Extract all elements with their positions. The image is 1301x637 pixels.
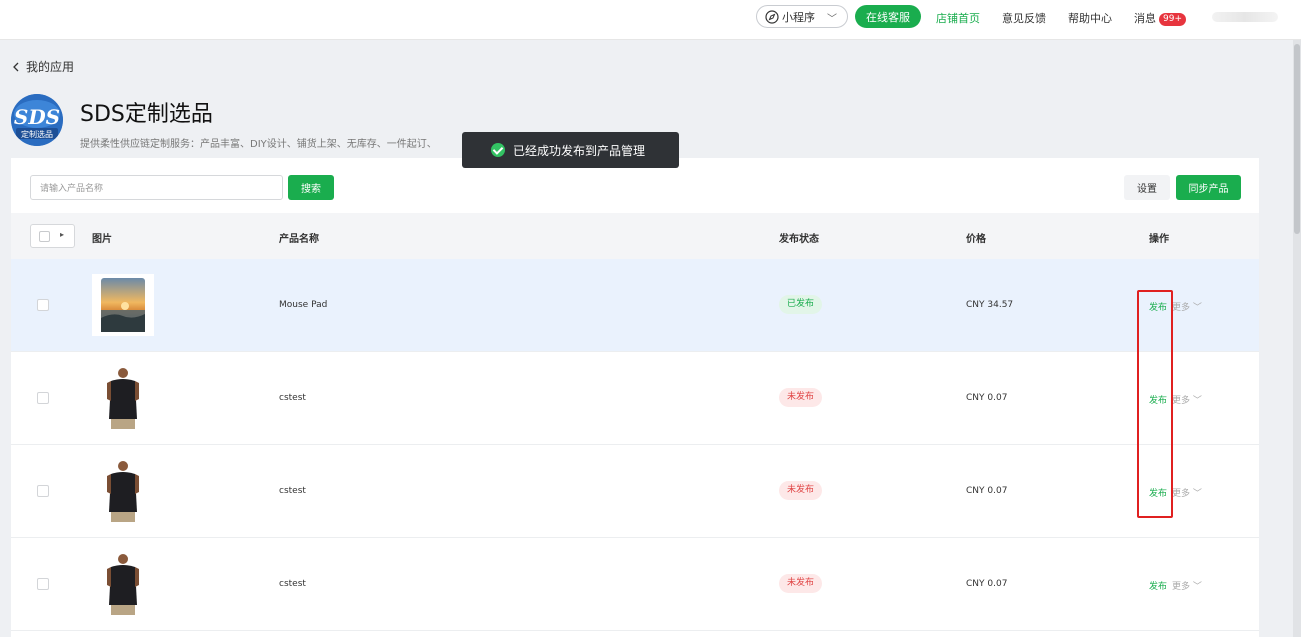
more-dropdown[interactable]: 更多 ﹀ — [1172, 393, 1202, 406]
user-account-menu[interactable] — [1212, 12, 1278, 22]
product-search-input[interactable]: 请输入产品名称 — [30, 175, 283, 200]
header-image: 图片 — [92, 234, 112, 245]
more-label: 更多 — [1172, 489, 1191, 499]
top-bar: 小程序 ﹀ 在线客服 店铺首页 意见反馈 帮助中心 消息 99+ — [0, 0, 1301, 40]
chevron-down-icon: ﹀ — [1192, 489, 1202, 499]
status-badge: 未发布 — [779, 574, 823, 593]
more-dropdown[interactable]: 更多 ﹀ — [1172, 579, 1202, 592]
logo-text: SDS — [14, 105, 60, 129]
row-checkbox[interactable] — [37, 299, 49, 311]
mini-program-dropdown[interactable]: 小程序 ﹀ — [756, 5, 848, 28]
settings-button[interactable]: 设置 — [1124, 175, 1170, 200]
check-circle-icon — [491, 143, 505, 157]
app-description: 提供柔性供应链定制服务：产品丰富、DIY设计、铺货上架、无库存、一件起订、 — [80, 139, 437, 150]
product-name[interactable]: Mouse Pad — [279, 300, 327, 310]
back-label: 我的应用 — [26, 60, 75, 74]
app-logo: SDS 定制选品 — [11, 94, 63, 146]
chevron-down-icon: ﹀ — [1192, 303, 1202, 313]
product-price: CNY 0.07 — [966, 579, 1008, 589]
product-price: CNY 0.07 — [966, 393, 1008, 403]
row-checkbox[interactable] — [37, 392, 49, 404]
chevron-down-icon: ﹀ — [827, 14, 837, 25]
annotation-highlight-box — [1137, 290, 1173, 518]
toast-message: 已经成功发布到产品管理 — [513, 143, 646, 158]
product-price: CNY 0.07 — [966, 486, 1008, 496]
product-name[interactable]: cstest — [279, 393, 306, 403]
sync-products-button[interactable]: 同步产品 — [1176, 175, 1241, 200]
chevron-left-icon — [13, 62, 19, 71]
status-badge: 未发布 — [779, 388, 823, 407]
page-scrollbar[interactable] — [1293, 40, 1301, 637]
publish-link[interactable]: 发布 — [1149, 579, 1167, 592]
mini-program-label: 小程序 — [782, 10, 815, 24]
chevron-down-icon: ﹀ — [1192, 396, 1202, 406]
feedback-link[interactable]: 意见反馈 — [1002, 10, 1046, 26]
table-header: ▸ 图片 产品名称 发布状态 价格 操作 — [11, 213, 1259, 259]
status-badge: 已发布 — [779, 295, 823, 314]
select-all-dropdown[interactable]: ▸ — [30, 224, 75, 248]
table-row: Mouse Pad 已发布 CNY 34.57 发布 更多 ﹀ — [11, 259, 1259, 352]
table-row: cstest 未发布 CNY 0.07 发布 更多 ﹀ — [11, 352, 1259, 445]
app-title: SDS定制选品 — [80, 102, 213, 127]
back-link[interactable]: 我的应用 — [12, 58, 74, 75]
messages-badge: 99+ — [1159, 13, 1186, 26]
online-service-button[interactable]: 在线客服 — [855, 5, 921, 28]
more-dropdown[interactable]: 更多 ﹀ — [1172, 300, 1202, 313]
product-image-tank-top — [92, 367, 154, 429]
search-button[interactable]: 搜索 — [288, 175, 334, 200]
caret-right-icon[interactable]: ▸ — [60, 230, 64, 239]
logo-subtext: 定制选品 — [21, 129, 53, 139]
row-checkbox[interactable] — [37, 485, 49, 497]
select-all-checkbox[interactable] — [39, 231, 50, 242]
more-dropdown[interactable]: 更多 ﹀ — [1172, 486, 1202, 499]
status-badge: 未发布 — [779, 481, 823, 500]
more-label: 更多 — [1172, 396, 1191, 406]
table-row: cstest 未发布 CNY 0.07 发布 更多 ﹀ — [11, 445, 1259, 538]
product-image-tank-top — [92, 553, 154, 615]
header-name: 产品名称 — [279, 234, 319, 245]
more-label: 更多 — [1172, 582, 1191, 592]
chevron-down-icon: ﹀ — [1192, 582, 1202, 592]
compass-icon — [765, 9, 779, 24]
row-checkbox[interactable] — [37, 578, 49, 590]
product-image-mousepad — [92, 274, 154, 336]
product-card: 请输入产品名称 搜索 设置 同步产品 ▸ 图片 产品名称 发布状态 价格 操作 … — [11, 158, 1259, 637]
more-label: 更多 — [1172, 303, 1191, 313]
product-name[interactable]: cstest — [279, 579, 306, 589]
product-name[interactable]: cstest — [279, 486, 306, 496]
table-row: cstest 未发布 CNY 0.07 发布 更多 ﹀ — [11, 538, 1259, 631]
help-center-link[interactable]: 帮助中心 — [1068, 10, 1112, 26]
header-price: 价格 — [966, 234, 986, 245]
messages-label: 消息 — [1134, 12, 1156, 25]
product-price: CNY 34.57 — [966, 300, 1014, 310]
scrollbar-thumb[interactable] — [1294, 44, 1300, 234]
store-home-link[interactable]: 店铺首页 — [936, 10, 980, 26]
messages-link[interactable]: 消息 99+ — [1134, 10, 1186, 26]
header-actions: 操作 — [1149, 234, 1169, 245]
header-status: 发布状态 — [779, 234, 819, 245]
success-toast: 已经成功发布到产品管理 — [462, 132, 679, 168]
product-image-tank-top — [92, 460, 154, 522]
